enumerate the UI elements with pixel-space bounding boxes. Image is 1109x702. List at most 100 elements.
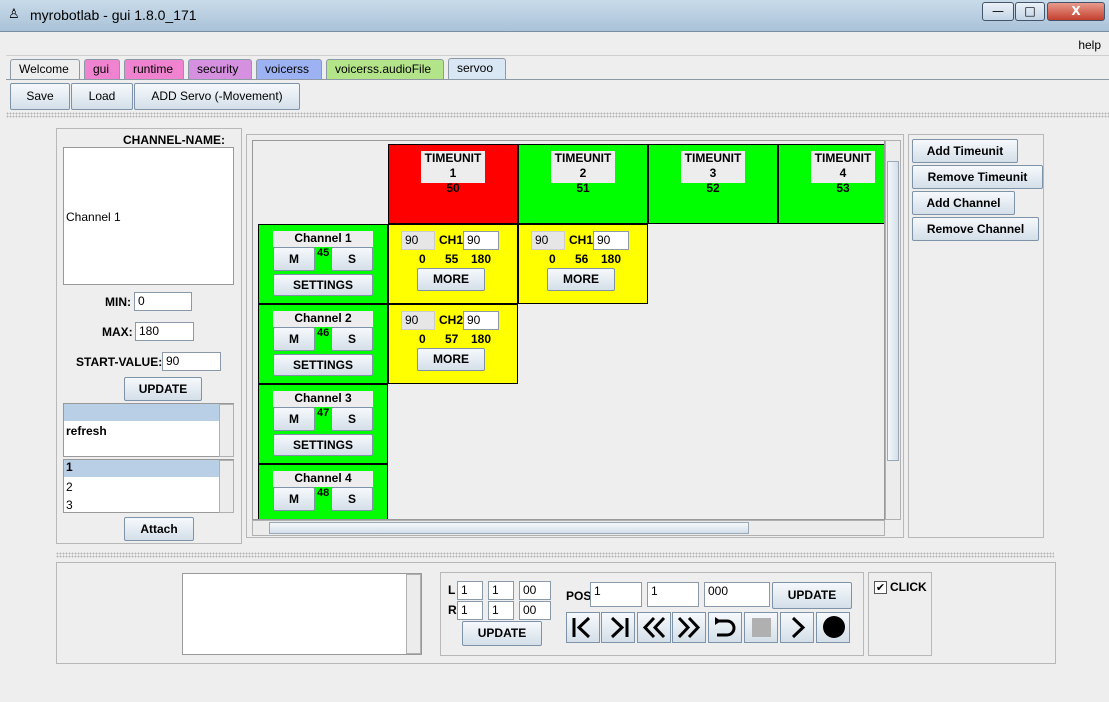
channel-list[interactable]: 1 2 3 bbox=[63, 459, 234, 513]
maximize-button[interactable]: □ bbox=[1015, 2, 1045, 21]
refresh-list[interactable]: refresh bbox=[63, 403, 234, 457]
play-button[interactable] bbox=[780, 612, 814, 643]
tab-security[interactable]: security bbox=[188, 59, 252, 79]
grid-cell[interactable]: 90 CH1 90 0 55 180 MORE bbox=[388, 224, 518, 304]
list-item[interactable] bbox=[64, 404, 219, 421]
mute-button[interactable]: M bbox=[273, 327, 315, 351]
record-icon bbox=[823, 616, 845, 638]
start-value-field[interactable]: 90 bbox=[162, 352, 221, 371]
r-field-3[interactable]: 00 bbox=[519, 601, 551, 620]
pos-field-2[interactable]: 1 bbox=[647, 582, 699, 607]
remove-channel-button[interactable]: Remove Channel bbox=[912, 217, 1039, 241]
fast-forward-button[interactable] bbox=[672, 612, 706, 643]
rewind-button[interactable] bbox=[637, 612, 671, 643]
list-item-1[interactable]: 1 bbox=[64, 460, 219, 477]
timeunit-label: TIMEUNIT 4 bbox=[814, 151, 872, 180]
timeunit-4[interactable]: TIMEUNIT 4 53 bbox=[778, 144, 884, 224]
channel-name-box[interactable]: Channel 1 bbox=[63, 147, 234, 285]
grid-cell[interactable]: 90 CH1 90 0 56 180 MORE bbox=[518, 224, 648, 304]
channel-label: Channel 2 bbox=[273, 311, 373, 327]
cell-max: 180 bbox=[601, 252, 622, 266]
help-menu[interactable]: help bbox=[1078, 38, 1101, 52]
scroll-thumb[interactable] bbox=[269, 522, 749, 534]
cell-left-field[interactable]: 90 bbox=[401, 311, 435, 330]
add-servo-button[interactable]: ADD Servo (-Movement) bbox=[134, 83, 300, 110]
r-field-1[interactable]: 1 bbox=[457, 601, 483, 620]
save-button[interactable]: Save bbox=[10, 83, 70, 110]
add-timeunit-button[interactable]: Add Timeunit bbox=[912, 139, 1018, 163]
solo-button[interactable]: S bbox=[331, 487, 373, 511]
tab-welcome[interactable]: Welcome bbox=[10, 59, 80, 79]
record-button[interactable] bbox=[816, 612, 850, 643]
tab-voicerss[interactable]: voicerss bbox=[256, 59, 322, 79]
grid-vertical-scrollbar[interactable] bbox=[885, 140, 901, 520]
grid-cell[interactable]: 90 CH2 90 0 57 180 MORE bbox=[388, 304, 518, 384]
mute-button[interactable]: M bbox=[273, 247, 315, 271]
list-scrollbar[interactable] bbox=[219, 460, 234, 513]
more-button[interactable]: MORE bbox=[417, 268, 485, 291]
cell-right-field[interactable]: 90 bbox=[593, 231, 629, 250]
mute-button[interactable]: M bbox=[273, 407, 315, 431]
list-scrollbar[interactable] bbox=[219, 404, 234, 457]
min-field[interactable]: 0 bbox=[134, 292, 192, 311]
minimize-button[interactable]: — bbox=[982, 2, 1014, 21]
tab-gui[interactable]: gui bbox=[84, 59, 120, 79]
cell-left-field[interactable]: 90 bbox=[531, 231, 565, 250]
cell-left-field[interactable]: 90 bbox=[401, 231, 435, 250]
attach-button[interactable]: Attach bbox=[124, 517, 194, 541]
textarea-scrollbar[interactable] bbox=[406, 574, 421, 654]
splitter[interactable] bbox=[6, 112, 1109, 118]
cell-channel-label: CH2 bbox=[439, 313, 464, 327]
load-button[interactable]: Load bbox=[71, 83, 133, 110]
solo-button[interactable]: S bbox=[331, 407, 373, 431]
pos-update-button[interactable]: UPDATE bbox=[772, 582, 852, 609]
r-field-2[interactable]: 1 bbox=[488, 601, 514, 620]
timeunit-2[interactable]: TIMEUNIT 2 51 bbox=[518, 144, 648, 224]
timeunit-value: 51 bbox=[576, 181, 590, 195]
scroll-thumb[interactable] bbox=[887, 161, 899, 461]
list-item-3[interactable]: 3 bbox=[66, 498, 73, 512]
timeunit-1[interactable]: TIMEUNIT 1 50 bbox=[388, 144, 518, 224]
stop-button[interactable] bbox=[744, 612, 778, 643]
remove-timeunit-button[interactable]: Remove Timeunit bbox=[912, 165, 1043, 189]
click-checkbox[interactable]: ✔ bbox=[874, 581, 887, 594]
cell-right-field[interactable]: 90 bbox=[463, 311, 499, 330]
mute-button[interactable]: M bbox=[273, 487, 315, 511]
log-textarea[interactable] bbox=[182, 573, 422, 655]
settings-button[interactable]: SETTINGS bbox=[273, 354, 373, 376]
skip-to-end-button[interactable] bbox=[601, 612, 635, 643]
l-field-1[interactable]: 1 bbox=[457, 581, 483, 600]
tab-voicerss-audiofile[interactable]: voicerss.audioFile bbox=[326, 59, 444, 79]
tab-servoo[interactable]: servoo bbox=[448, 58, 506, 80]
timeunit-label: TIMEUNIT 1 bbox=[424, 151, 482, 180]
loop-button[interactable] bbox=[708, 612, 742, 643]
more-button[interactable]: MORE bbox=[547, 268, 615, 291]
max-field[interactable]: 180 bbox=[135, 322, 194, 341]
list-item-2[interactable]: 2 bbox=[66, 480, 73, 494]
solo-button[interactable]: S bbox=[331, 247, 373, 271]
skip-to-start-button[interactable] bbox=[566, 612, 600, 643]
pos-field-3[interactable]: 000 bbox=[704, 582, 770, 607]
timeunit-header: TIMEUNIT 4 53 bbox=[811, 151, 875, 195]
settings-button[interactable]: SETTINGS bbox=[273, 274, 373, 296]
timeunit-header: TIMEUNIT 2 51 bbox=[551, 151, 615, 195]
lr-update-button[interactable]: UPDATE bbox=[462, 621, 542, 646]
tab-runtime[interactable]: runtime bbox=[124, 59, 184, 79]
add-channel-button[interactable]: Add Channel bbox=[912, 191, 1015, 215]
update-button[interactable]: UPDATE bbox=[124, 377, 202, 401]
settings-button[interactable]: SETTINGS bbox=[273, 434, 373, 456]
list-item-refresh[interactable]: refresh bbox=[66, 424, 107, 438]
close-button[interactable]: X bbox=[1047, 2, 1105, 21]
timeunit-3[interactable]: TIMEUNIT 3 52 bbox=[648, 144, 778, 224]
cell-channel-label: CH1 bbox=[439, 233, 464, 247]
cell-right-field[interactable]: 90 bbox=[463, 231, 499, 250]
l-field-2[interactable]: 1 bbox=[488, 581, 514, 600]
timeunit-value: 50 bbox=[446, 181, 460, 195]
more-button[interactable]: MORE bbox=[417, 348, 485, 371]
l-field-3[interactable]: 00 bbox=[519, 581, 551, 600]
solo-button[interactable]: S bbox=[331, 327, 373, 351]
pos-field-1[interactable]: 1 bbox=[590, 582, 642, 607]
play-icon bbox=[791, 616, 806, 639]
splitter-bottom[interactable] bbox=[56, 552, 1054, 558]
grid-horizontal-scrollbar[interactable] bbox=[252, 520, 885, 536]
